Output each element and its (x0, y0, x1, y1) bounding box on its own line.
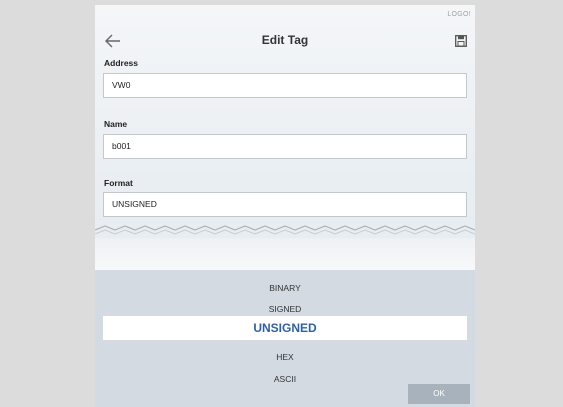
picker-option-signed[interactable]: SIGNED (95, 304, 475, 314)
save-icon[interactable] (455, 34, 467, 47)
picker-option-ascii[interactable]: ASCII (95, 374, 475, 384)
edit-tag-panel: LOGO! Edit Tag Address VW0 Name b001 For… (95, 5, 475, 407)
address-field[interactable]: VW0 (103, 73, 467, 98)
header-bar: Edit Tag (95, 27, 475, 57)
divider-fade (95, 238, 475, 270)
format-picker: BINARY SIGNED UNSIGNED HEX ASCII OK (95, 270, 475, 407)
ok-button[interactable]: OK (408, 384, 470, 404)
format-label: Format (104, 178, 133, 188)
logo: LOGO! (447, 11, 471, 18)
page-title: Edit Tag (261, 33, 309, 47)
picker-option-binary[interactable]: BINARY (95, 283, 475, 293)
format-field[interactable]: UNSIGNED (103, 192, 467, 217)
picker-option-hex[interactable]: HEX (95, 352, 475, 362)
address-label: Address (104, 58, 139, 68)
name-label: Name (104, 119, 128, 129)
picker-option-unsigned-selected[interactable]: UNSIGNED (103, 316, 467, 340)
torn-edge-divider (95, 225, 475, 235)
name-field[interactable]: b001 (103, 134, 467, 159)
